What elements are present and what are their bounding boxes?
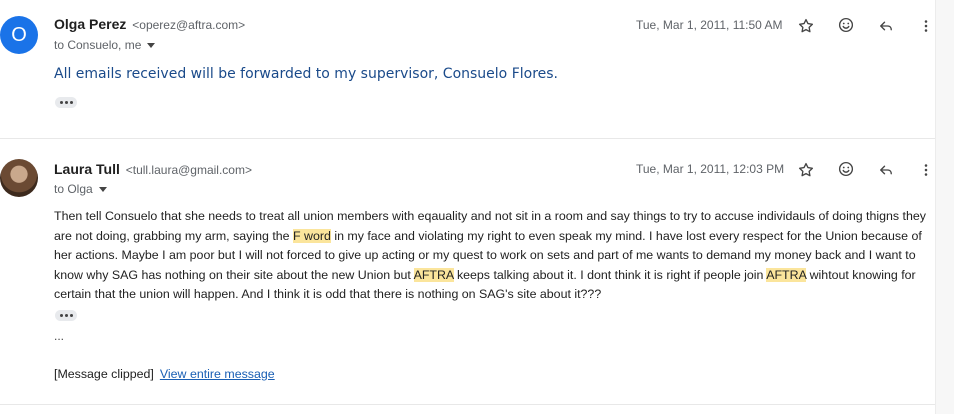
message-laura: Laura Tull <tull.laura@gmail.com> to Olg… (0, 139, 936, 405)
clipped-notice: [Message clipped] View entire message (54, 367, 275, 381)
sender: Laura Tull <tull.laura@gmail.com> (54, 161, 252, 177)
message-date: Tue, Mar 1, 2011, 11:50 AM (636, 18, 783, 32)
star-icon[interactable] (794, 158, 818, 182)
clipped-label: [Message clipped] (54, 367, 154, 381)
divider (0, 404, 936, 405)
body-text: keeps talking about it. I dont think it … (453, 267, 767, 282)
recipients[interactable]: to Consuelo, me (54, 38, 156, 52)
smiley-icon[interactable] (834, 13, 858, 37)
caret-down-icon[interactable] (147, 42, 156, 48)
recipients[interactable]: to Olga (54, 182, 107, 196)
message-body: All emails received will be forwarded to… (54, 66, 559, 82)
scrollbar[interactable] (935, 0, 954, 414)
recipients-label: to Consuelo, me (54, 38, 142, 52)
more-horiz-icon[interactable] (55, 310, 77, 321)
sender-name[interactable]: Laura Tull (54, 161, 120, 177)
reply-icon[interactable] (874, 14, 898, 38)
avatar[interactable] (0, 159, 38, 197)
caret-down-icon[interactable] (98, 186, 107, 192)
avatar[interactable]: O (0, 16, 38, 54)
sender-email: <tull.laura@gmail.com> (125, 163, 252, 177)
sender-name[interactable]: Olga Perez (54, 16, 126, 32)
recipients-label: to Olga (54, 182, 93, 196)
ellipsis: ... (54, 329, 65, 343)
view-entire-message-link[interactable]: View entire message (160, 367, 275, 381)
message-olga: O Olga Perez <operez@aftra.com> to Consu… (0, 0, 936, 138)
highlight: F word (293, 228, 331, 243)
star-icon[interactable] (794, 14, 818, 38)
smiley-icon[interactable] (834, 157, 858, 181)
sender: Olga Perez <operez@aftra.com> (54, 16, 245, 32)
highlight: AFTRA (766, 267, 807, 282)
message-body: Then tell Consuelo that she needs to tre… (54, 207, 934, 305)
message-date: Tue, Mar 1, 2011, 12:03 PM (636, 162, 785, 176)
reply-icon[interactable] (874, 158, 898, 182)
highlight: AFTRA (413, 267, 454, 282)
more-horiz-icon[interactable] (55, 97, 77, 108)
sender-email: <operez@aftra.com> (132, 18, 246, 32)
